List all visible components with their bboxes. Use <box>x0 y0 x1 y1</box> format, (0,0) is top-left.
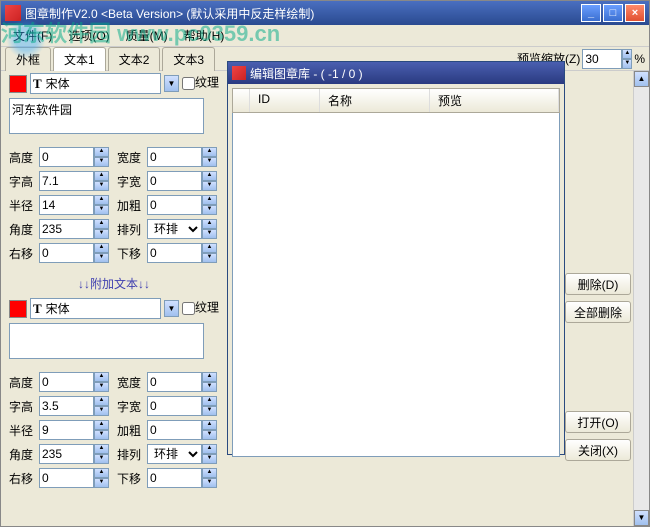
list-header: ID 名称 预览 <box>232 88 560 113</box>
main-titlebar: 图章制作V2.0 <Beta Version> (默认采用中反走样绘制) _ □… <box>1 1 649 25</box>
arrange-1[interactable]: 环排 <box>147 219 202 239</box>
font-select-2[interactable]: T宋体 <box>30 298 161 319</box>
arrange-2[interactable]: 环排 <box>147 444 202 464</box>
col-id[interactable]: ID <box>250 89 320 112</box>
zoom-input[interactable] <box>582 49 622 69</box>
radius-2[interactable] <box>39 420 94 440</box>
close-button[interactable]: × <box>625 4 645 22</box>
vertical-scrollbar[interactable]: ▲ ▼ <box>633 71 649 526</box>
menu-options[interactable]: 选项(O) <box>60 25 117 46</box>
font-dropdown-1[interactable]: ▼ <box>164 75 179 92</box>
yoff-2[interactable] <box>147 468 202 488</box>
font-dropdown-2[interactable]: ▼ <box>164 300 179 317</box>
charw-2[interactable] <box>147 396 202 416</box>
text-content-2[interactable] <box>9 323 204 359</box>
dialog-titlebar: 编辑图章库 - ( -1 / 0 ) <box>228 62 564 84</box>
angle-2[interactable] <box>39 444 94 464</box>
pattern-check-1[interactable]: 纹理 <box>182 77 219 90</box>
height-1[interactable] <box>39 147 94 167</box>
zoom-unit: % <box>634 52 645 66</box>
list-area[interactable] <box>232 113 560 457</box>
library-dialog: 编辑图章库 - ( -1 / 0 ) ID 名称 预览 <box>227 61 565 455</box>
truetype-icon: T <box>33 76 42 92</box>
font-select-1[interactable]: T宋体 <box>30 73 161 94</box>
delete-button[interactable]: 删除(D) <box>565 273 631 295</box>
dialog-icon <box>232 66 246 80</box>
col-spacer <box>233 89 250 112</box>
menu-help[interactable]: 帮助(H) <box>176 25 233 46</box>
dialog-title: 编辑图章库 - ( -1 / 0 ) <box>250 65 363 82</box>
app-icon <box>5 5 21 21</box>
tab-text3[interactable]: 文本3 <box>162 47 215 71</box>
color-picker-2[interactable] <box>9 300 27 318</box>
scroll-down-icon[interactable]: ▼ <box>634 510 649 526</box>
xoff-1[interactable] <box>39 243 94 263</box>
truetype-icon: T <box>33 301 42 317</box>
minimize-button[interactable]: _ <box>581 4 601 22</box>
color-picker-1[interactable] <box>9 75 27 93</box>
open-button[interactable]: 打开(O) <box>565 411 631 433</box>
radius-1[interactable] <box>39 195 94 215</box>
charw-1[interactable] <box>147 171 202 191</box>
col-name[interactable]: 名称 <box>320 89 430 112</box>
pattern-check-2[interactable]: 纹理 <box>182 302 219 315</box>
width-2[interactable] <box>147 372 202 392</box>
window-title: 图章制作V2.0 <Beta Version> (默认采用中反走样绘制) <box>25 5 581 22</box>
close-dialog-button[interactable]: 关闭(X) <box>565 439 631 461</box>
angle-1[interactable] <box>39 219 94 239</box>
delete-all-button[interactable]: 全部删除 <box>565 301 631 323</box>
zoom-spinner[interactable]: ▲▼ <box>622 49 632 69</box>
scroll-up-icon[interactable]: ▲ <box>634 71 649 87</box>
width-1[interactable] <box>147 147 202 167</box>
bold-2[interactable] <box>147 420 202 440</box>
charh-2[interactable] <box>39 396 94 416</box>
col-preview[interactable]: 预览 <box>430 89 559 112</box>
xoff-2[interactable] <box>39 468 94 488</box>
yoff-1[interactable] <box>147 243 202 263</box>
additional-text-label: ↓↓附加文本↓↓ <box>9 275 219 292</box>
text-content-1[interactable]: 河东软件园 <box>9 98 204 134</box>
menu-quality[interactable]: 质量(M) <box>118 25 176 46</box>
bold-1[interactable] <box>147 195 202 215</box>
charh-1[interactable] <box>39 171 94 191</box>
tab-text2[interactable]: 文本2 <box>108 47 161 71</box>
height-2[interactable] <box>39 372 94 392</box>
tab-text1[interactable]: 文本1 <box>53 47 106 71</box>
menubar: 文件(F) 选项(O) 质量(M) 帮助(H) <box>1 25 649 47</box>
maximize-button[interactable]: □ <box>603 4 623 22</box>
